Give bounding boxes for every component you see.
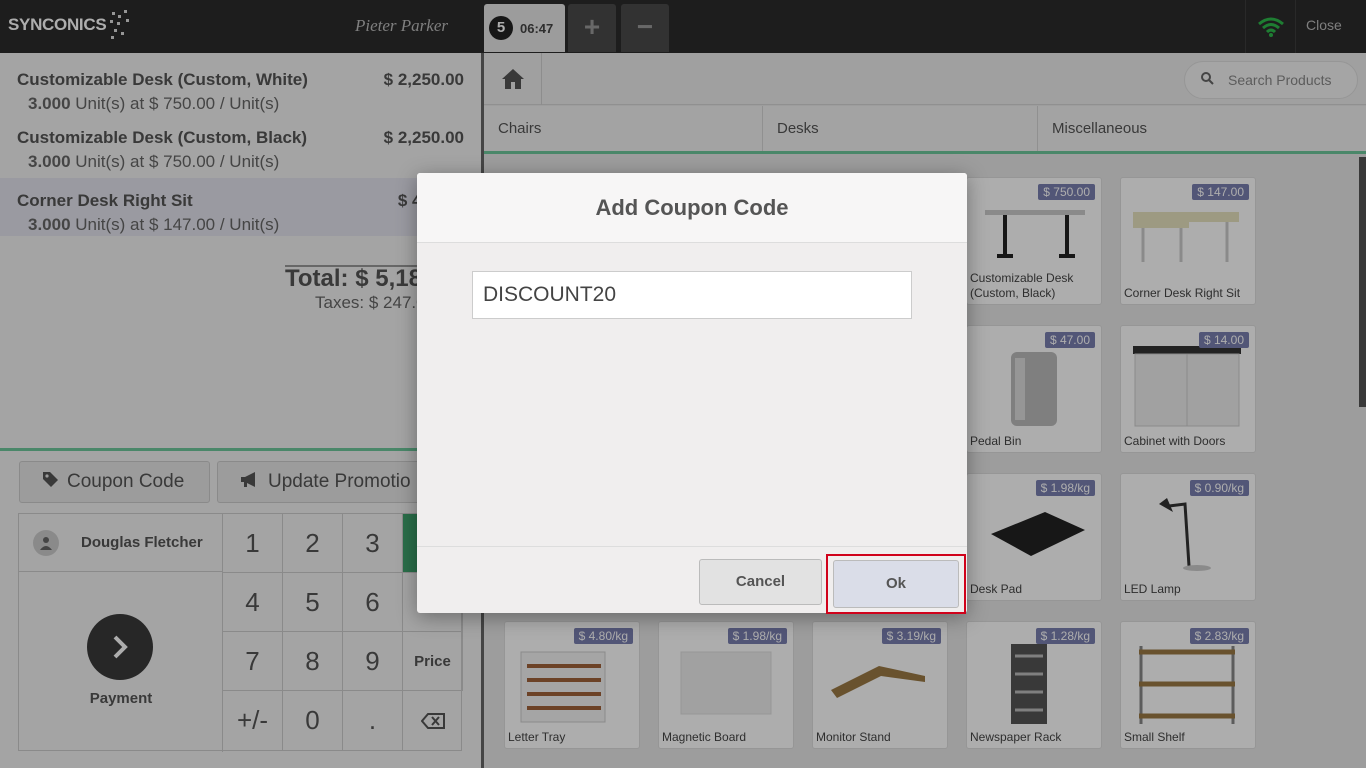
ok-highlight: Ok [826,554,966,614]
add-coupon-dialog: Add Coupon Code Cancel Ok [417,173,967,614]
dialog-footer: Cancel Ok [417,546,967,614]
cancel-button[interactable]: Cancel [699,559,822,605]
ok-button[interactable]: Ok [833,560,959,608]
coupon-code-input[interactable] [472,271,912,319]
dialog-title: Add Coupon Code [417,173,967,243]
